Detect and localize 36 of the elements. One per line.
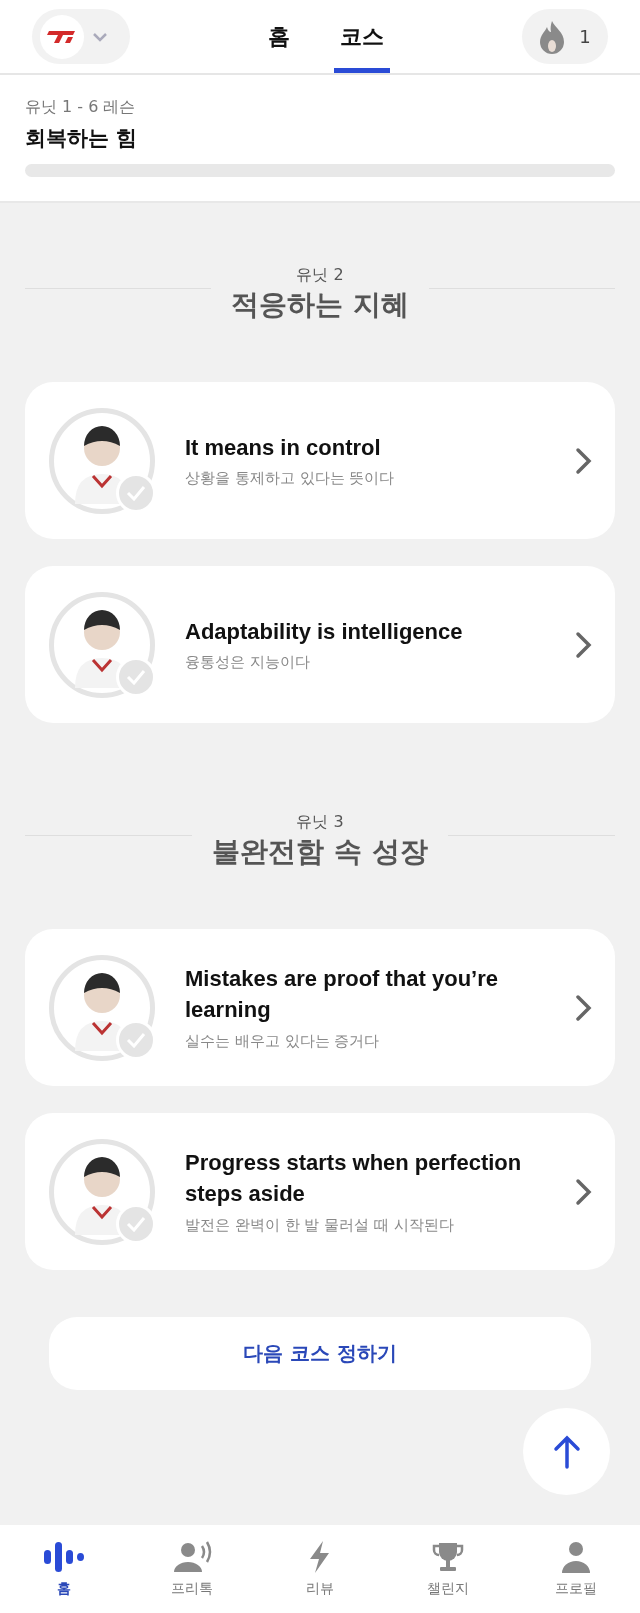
nav-item[interactable]: 프로필 bbox=[512, 1539, 640, 1599]
nav-item[interactable]: 챌린지 bbox=[384, 1539, 512, 1599]
lesson-card[interactable]: Mistakes are proof that you’re learning 실수는 배우고 있다는 증거다 bbox=[25, 929, 615, 1086]
lesson-subtitle: 실수는 배우고 있다는 증거다 bbox=[185, 1031, 381, 1051]
unit-title: 적응하는 지혜 bbox=[231, 287, 409, 323]
lesson-title: Progress starts when perfection steps aside bbox=[185, 1149, 523, 1208]
lesson-card[interactable]: It means in control 상황을 통제하고 있다는 뜻이다 bbox=[25, 382, 615, 539]
lesson-subtitle: 상황을 통제하고 있다는 뜻이다 bbox=[185, 469, 396, 489]
voice-wave-icon bbox=[42, 1540, 86, 1574]
arrow-up-icon bbox=[552, 1434, 581, 1469]
chevron-right-icon bbox=[575, 446, 593, 475]
lesson-card[interactable]: Progress starts when perfection steps aside 발전은 완벽이 한 발 물러설 때 시작된다 bbox=[25, 1113, 615, 1270]
next-course-button[interactable]: 다음 코스 정하기 bbox=[49, 1317, 591, 1390]
course-caption: 유닛 1 - 6 레슨 bbox=[25, 97, 137, 118]
lesson-title: It means in control bbox=[185, 433, 382, 462]
chevron-right-icon bbox=[575, 630, 593, 659]
streak-badge[interactable]: 1 bbox=[522, 9, 608, 64]
unit-label: 유닛 3 bbox=[296, 812, 344, 833]
course-title: 회복하는 힘 bbox=[25, 125, 139, 152]
lesson-subtitle: 발전은 완벽이 한 발 물러설 때 시작된다 bbox=[185, 1215, 455, 1235]
lesson-title: Adaptability is intelligence bbox=[185, 617, 464, 646]
chevron-down-icon bbox=[92, 31, 108, 42]
lesson-card[interactable]: Adaptability is intelligence 융통성은 지능이다 bbox=[25, 566, 615, 723]
lesson-title: Mistakes are proof that you’re learning bbox=[185, 965, 499, 1024]
lesson-subtitle: 융통성은 지능이다 bbox=[185, 653, 311, 673]
unit-label: 유닛 2 bbox=[296, 265, 344, 286]
nav-item[interactable]: 프리톡 bbox=[128, 1539, 256, 1599]
nav-item[interactable]: 리뷰 bbox=[256, 1539, 384, 1599]
streak-count: 1 bbox=[579, 26, 591, 47]
logo-icon bbox=[47, 29, 77, 44]
nav-item[interactable]: 홈 bbox=[0, 1539, 128, 1599]
flame-icon bbox=[539, 19, 566, 54]
chevron-right-icon bbox=[575, 993, 593, 1022]
nav-tab[interactable]: 홈 bbox=[262, 0, 296, 73]
chevron-right-icon bbox=[575, 1177, 593, 1206]
unit-title: 불완전함 속 성장 bbox=[212, 834, 428, 870]
